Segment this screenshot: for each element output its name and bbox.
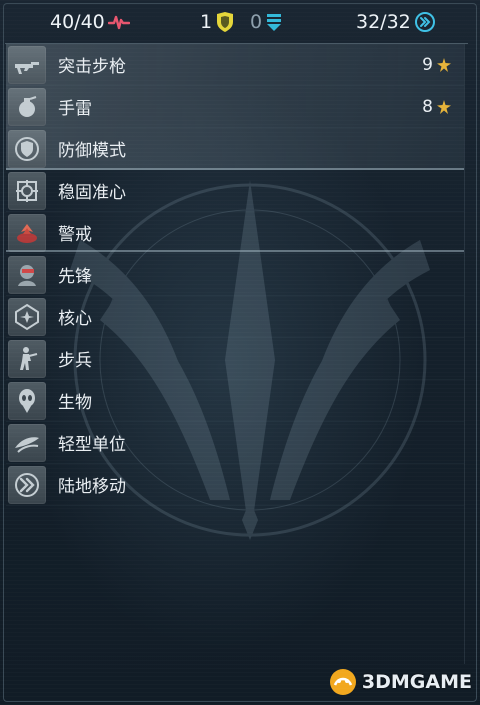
- health-value: 40/40: [50, 11, 105, 33]
- ability-label: 防御模式: [58, 141, 126, 161]
- list-item[interactable]: 警戒: [6, 212, 464, 254]
- watermark: 3DMGAME: [328, 667, 472, 697]
- ability-label: 先锋: [58, 267, 92, 287]
- shield-value: 0: [250, 11, 263, 33]
- section-divider: [6, 168, 464, 170]
- list-item[interactable]: 稳固准心: [6, 170, 464, 212]
- watermark-logo-icon: [329, 669, 356, 695]
- ability-label: 核心: [58, 309, 92, 329]
- ground-movement-icon: [8, 465, 46, 504]
- watermark-text: 3DMGAME: [361, 671, 472, 693]
- ability-label: 生物: [58, 393, 92, 413]
- defense-mode-icon: [8, 129, 46, 168]
- health-stat: 40/40: [50, 8, 130, 36]
- list-item[interactable]: 轻型单位: [6, 422, 464, 464]
- armor-shield-icon: [215, 11, 235, 33]
- core-icon: [8, 297, 46, 336]
- ability-label: 警戒: [58, 225, 92, 245]
- ability-label: 轻型单位: [58, 435, 126, 455]
- section-divider: [6, 250, 464, 252]
- heartbeat-icon: [107, 12, 130, 32]
- ability-label: 突击步枪: [58, 57, 126, 77]
- movement-stat: 32/32: [356, 8, 436, 36]
- unit-info-panel: 40/40 1 0 32/32 突击步枪 9 手雷 8 防御模式 稳固准心 警戒…: [0, 0, 480, 705]
- energy-shield-icon: [265, 12, 283, 32]
- movement-arrow-icon: [414, 11, 436, 33]
- ability-label: 陆地移动: [58, 477, 126, 497]
- biological-icon: [8, 381, 46, 420]
- cost-value: 9: [422, 54, 433, 75]
- armor-stat: 1: [200, 8, 235, 36]
- scrollbar[interactable]: [464, 44, 471, 664]
- ability-list: 突击步枪 9 手雷 8 防御模式 稳固准心 警戒 先锋 核心 步兵 生物 轻型单…: [6, 44, 464, 506]
- shield-stat: 0: [250, 8, 283, 36]
- star-icon: [436, 57, 452, 73]
- list-item[interactable]: 防御模式: [6, 128, 464, 170]
- movement-value: 32/32: [356, 11, 411, 33]
- cost-value: 8: [422, 96, 433, 117]
- assault-rifle-icon: [8, 45, 46, 84]
- list-item[interactable]: 陆地移动: [6, 464, 464, 506]
- ability-cost: 9: [422, 44, 452, 85]
- ability-label: 步兵: [58, 351, 92, 371]
- list-item[interactable]: 生物: [6, 380, 464, 422]
- star-icon: [436, 99, 452, 115]
- armor-value: 1: [200, 11, 213, 33]
- list-item[interactable]: 核心: [6, 296, 464, 338]
- light-unit-icon: [8, 423, 46, 462]
- list-item[interactable]: 手雷 8: [6, 86, 464, 128]
- list-item[interactable]: 先锋: [6, 254, 464, 296]
- ability-cost: 8: [422, 86, 452, 127]
- ability-label: 稳固准心: [58, 183, 126, 203]
- list-item[interactable]: 步兵: [6, 338, 464, 380]
- vanguard-icon: [8, 255, 46, 294]
- ability-label: 手雷: [58, 99, 92, 119]
- unit-stats-bar: 40/40 1 0 32/32: [0, 0, 480, 44]
- grenade-icon: [8, 87, 46, 126]
- list-item[interactable]: 突击步枪 9: [6, 44, 464, 86]
- steady-aim-icon: [8, 171, 46, 210]
- infantry-icon: [8, 339, 46, 378]
- overwatch-icon: [8, 213, 46, 252]
